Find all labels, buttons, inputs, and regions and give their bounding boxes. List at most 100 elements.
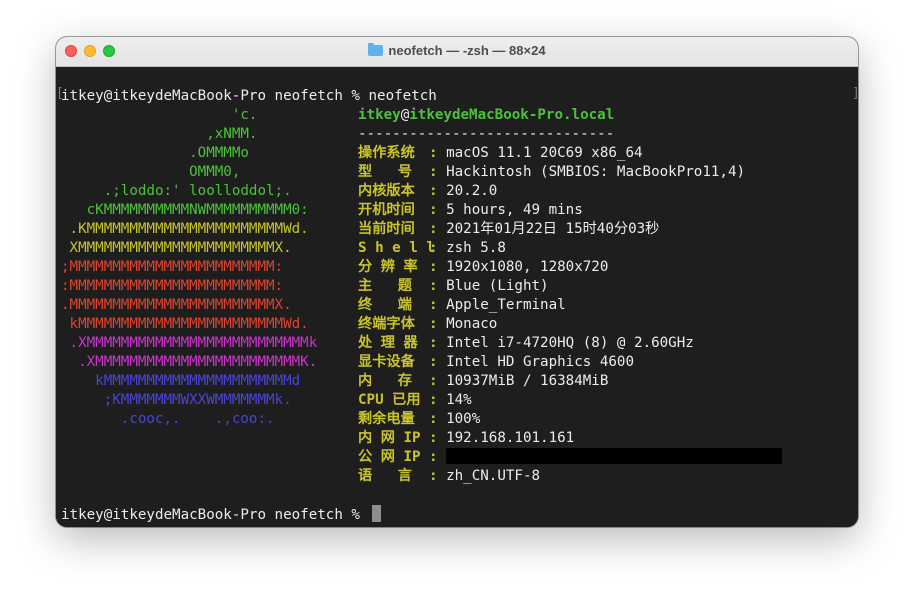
info-colon: : xyxy=(429,354,447,370)
at-sign: @ xyxy=(400,107,410,123)
info-value: 2021年01月22日 15时40分03秒 xyxy=(446,221,660,237)
final-prompt: itkey@itkeydeMacBook-Pro neofetch % xyxy=(61,507,369,523)
info-colon: : xyxy=(429,221,447,237)
info-label: 剩余电量 xyxy=(358,411,415,427)
terminal-window: neofetch — -zsh — 88×24 [ ] itkey@itkeyd… xyxy=(56,37,858,527)
ascii-logo-line: 'c. xyxy=(61,107,258,123)
window-title-text: neofetch — -zsh — 88×24 xyxy=(388,43,546,58)
info-row: 型 号: Hackintosh (SMBIOS: MacBookPro11,4) xyxy=(358,163,782,182)
info-label: 公 网 IP xyxy=(358,449,421,465)
info-row: 操作系统: macOS 11.1 20C69 x86_64 xyxy=(358,144,782,163)
ascii-logo: 'c. ,xNMM. .OMMMMo OMMM0, .;loddo:' lool… xyxy=(61,106,317,429)
info-colon: : xyxy=(429,278,447,294)
username: itkey xyxy=(358,107,401,123)
ascii-logo-line: kMMMMMMMMMMMMMMMMMMMMMMMMWd. xyxy=(61,316,309,332)
info-colon: : xyxy=(429,449,447,465)
info-colon: : xyxy=(429,259,447,275)
ascii-logo-line: :MMMMMMMMMMMMMMMMMMMMMMMM: xyxy=(61,278,284,294)
info-row: 显卡设备: Intel HD Graphics 4600 xyxy=(358,353,782,372)
info-label: 开机时间 xyxy=(358,202,415,218)
info-row: S h e l l: zsh 5.8 xyxy=(358,239,782,258)
info-colon: : xyxy=(429,164,447,180)
info-value: Hackintosh (SMBIOS: MacBookPro11,4) xyxy=(446,164,746,180)
info-colon: : xyxy=(429,316,447,332)
hostname: itkeydeMacBook-Pro.local xyxy=(409,107,615,123)
info-colon: : xyxy=(429,430,447,446)
info-value: zsh 5.8 xyxy=(446,240,506,256)
info-row: 内 存: 10937MiB / 16384MiB xyxy=(358,372,782,391)
ascii-logo-line: cKMMMMMMMMMMNWMMMMMMMMMM0: xyxy=(61,202,309,218)
info-colon: : xyxy=(429,392,447,408)
info-value: Intel i7-4720HQ (8) @ 2.60GHz xyxy=(446,335,694,351)
info-value: Intel HD Graphics 4600 xyxy=(446,354,635,370)
user-host-line: itkey@itkeydeMacBook-Pro.local xyxy=(358,106,782,125)
info-row: 当前时间: 2021年01月22日 15时40分03秒 xyxy=(358,220,782,239)
info-row: 语 言: zh_CN.UTF-8 xyxy=(358,467,782,486)
info-colon: : xyxy=(429,202,447,218)
info-colon: : xyxy=(429,240,447,256)
ascii-logo-line: ,xNMM. xyxy=(61,126,258,142)
separator-line: ------------------------------ xyxy=(358,126,615,142)
info-colon: : xyxy=(429,468,447,484)
info-label: 显卡设备 xyxy=(358,354,415,370)
ascii-logo-line: .XMMMMMMMMMMMMMMMMMMMMMMMMMMk xyxy=(61,335,318,351)
info-label: 终端字体 xyxy=(358,316,415,332)
title-bar[interactable]: neofetch — -zsh — 88×24 xyxy=(56,37,858,67)
ascii-logo-line: .MMMMMMMMMMMMMMMMMMMMMMMMX. xyxy=(61,297,292,313)
info-row: 分 辨 率: 1920x1080, 1280x720 xyxy=(358,258,782,277)
info-label: 分 辨 率 xyxy=(358,259,418,275)
system-info: itkey@itkeydeMacBook-Pro.local ---------… xyxy=(358,106,783,486)
info-colon: : xyxy=(429,297,447,313)
info-label: 操作系统 xyxy=(358,145,415,161)
command-line: itkey@itkeydeMacBook-Pro neofetch % neof… xyxy=(61,88,437,104)
info-label: 当前时间 xyxy=(358,221,415,237)
info-colon: : xyxy=(429,335,447,351)
info-row: 开机时间: 5 hours, 49 mins xyxy=(358,201,782,220)
info-row: 内 网 IP: 192.168.101.161 xyxy=(358,429,782,448)
info-label: S h e l l xyxy=(358,240,435,256)
window-title: neofetch — -zsh — 88×24 xyxy=(56,43,858,58)
info-row: 内核版本: 20.2.0 xyxy=(358,182,782,201)
ascii-logo-line: XMMMMMMMMMMMMMMMMMMMMMMMX. xyxy=(61,240,292,256)
info-label: 处 理 器 xyxy=(358,335,418,351)
final-prompt-line[interactable]: itkey@itkeydeMacBook-Pro neofetch % xyxy=(61,505,381,525)
ascii-logo-line: OMMM0, xyxy=(61,164,241,180)
redacted-block xyxy=(446,448,783,464)
info-row: 处 理 器: Intel i7-4720HQ (8) @ 2.60GHz xyxy=(358,334,782,353)
info-value: 5 hours, 49 mins xyxy=(446,202,583,218)
info-colon: : xyxy=(429,373,447,389)
ascii-logo-line: .;loddo:' loolloddol;. xyxy=(61,183,292,199)
info-value: Blue (Light) xyxy=(446,278,549,294)
info-label: 终 端 xyxy=(358,297,412,313)
info-value: macOS 11.1 20C69 x86_64 xyxy=(446,145,643,161)
ascii-logo-line: .cooc,. .,coo:. xyxy=(61,411,275,427)
info-value: 20.2.0 xyxy=(446,183,498,199)
info-value: Apple_Terminal xyxy=(446,297,566,313)
info-colon: : xyxy=(429,411,447,427)
ascii-logo-line: ;MMMMMMMMMMMMMMMMMMMMMMMM: xyxy=(61,259,284,275)
info-row: 剩余电量: 100% xyxy=(358,410,782,429)
info-label: CPU 已用 xyxy=(358,392,421,408)
info-value: Monaco xyxy=(446,316,498,332)
info-label: 型 号 xyxy=(358,164,412,180)
info-value: 1920x1080, 1280x720 xyxy=(446,259,609,275)
info-colon: : xyxy=(429,145,447,161)
ascii-logo-line: ;KMMMMMMMWXXWMMMMMMMk. xyxy=(61,392,292,408)
info-value: zh_CN.UTF-8 xyxy=(446,468,541,484)
info-label: 内 存 xyxy=(358,373,412,389)
terminal-content[interactable]: [ ] itkey@itkeydeMacBook-Pro neofetch % … xyxy=(56,67,858,527)
info-colon: : xyxy=(429,183,447,199)
info-value: 10937MiB / 16384MiB xyxy=(446,373,609,389)
info-row: CPU 已用: 14% xyxy=(358,391,782,410)
info-value: 14% xyxy=(446,392,472,408)
selection-bracket-right-icon: ] xyxy=(852,86,858,101)
ascii-logo-line: .KMMMMMMMMMMMMMMMMMMMMMMMWd. xyxy=(61,221,309,237)
cursor-icon xyxy=(371,505,381,522)
info-label: 内 网 IP xyxy=(358,430,421,446)
info-value: 100% xyxy=(446,411,481,427)
ascii-logo-line: .XMMMMMMMMMMMMMMMMMMMMMMMMK. xyxy=(61,354,318,370)
info-row: 主 题: Blue (Light) xyxy=(358,277,782,296)
ascii-logo-line: .OMMMMo xyxy=(61,145,249,161)
folder-icon xyxy=(368,43,384,56)
info-label: 主 题 xyxy=(358,278,412,294)
